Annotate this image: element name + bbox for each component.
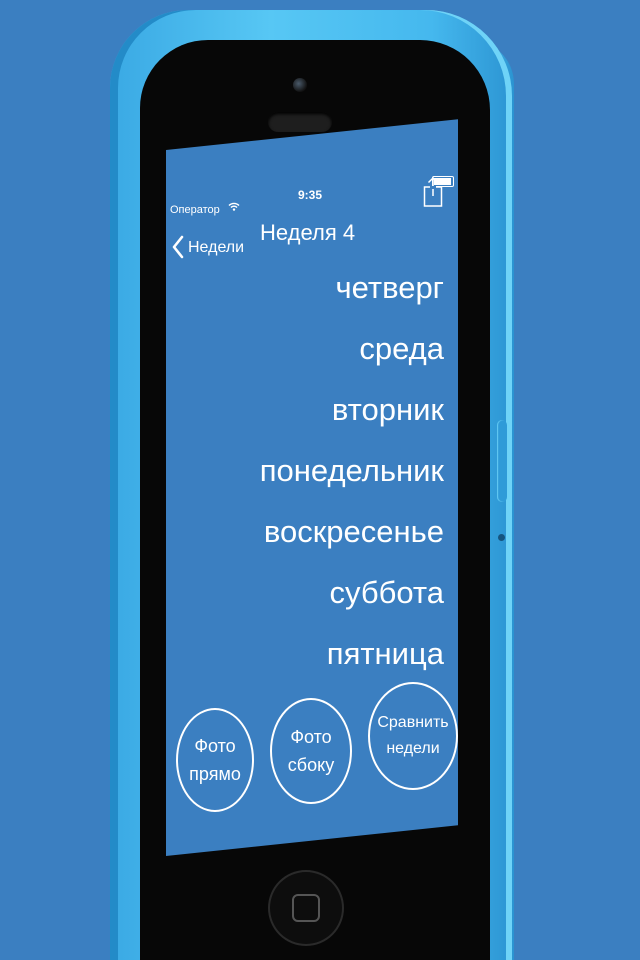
weekday-item-tuesday[interactable]: вторник — [174, 390, 444, 451]
screen-content: Оператор 9:35 Недели Неделя 4 четверг ср… — [166, 150, 458, 856]
side-switch-dot — [498, 534, 505, 541]
app-promo-stage: Оператор 9:35 Недели Неделя 4 четверг ср… — [0, 0, 640, 960]
wifi-icon — [228, 202, 240, 214]
photo-front-button[interactable]: Фото прямо — [176, 708, 254, 812]
share-icon[interactable] — [423, 176, 443, 208]
status-bar: Оператор 9:35 — [170, 176, 456, 216]
front-camera-icon — [293, 78, 307, 92]
compare-weeks-button[interactable]: Сравнить недели — [368, 682, 458, 790]
compare-weeks-label: Сравнить недели — [377, 714, 449, 757]
page-title: Неделя 4 — [260, 220, 356, 245]
carrier-label: Оператор — [170, 204, 220, 216]
chevron-left-icon — [172, 234, 184, 264]
back-label: Недели — [188, 239, 245, 256]
photo-side-button[interactable]: Фото сбоку — [270, 698, 352, 804]
weekday-item-sunday[interactable]: воскресенье — [174, 512, 444, 573]
home-square-icon — [292, 894, 320, 922]
home-button[interactable] — [268, 870, 344, 946]
weekday-list: четверг среда вторник понедельник воскре… — [174, 268, 444, 695]
action-buttons: Фото прямо Фото сбоку Сравнить недели — [172, 682, 458, 812]
weekday-item-saturday[interactable]: суббота — [174, 573, 444, 634]
weekday-item-wednesday[interactable]: среда — [174, 329, 444, 390]
photo-front-label: Фото прямо — [189, 736, 241, 784]
weekday-item-thursday[interactable]: четверг — [174, 268, 444, 329]
volume-button — [497, 420, 507, 502]
weekday-item-monday[interactable]: понедельник — [174, 451, 444, 512]
photo-side-label: Фото сбоку — [287, 727, 335, 775]
status-time: 9:35 — [298, 188, 323, 202]
earpiece-speaker — [268, 112, 332, 132]
phone-screen: Оператор 9:35 Недели Неделя 4 четверг ср… — [166, 119, 458, 856]
